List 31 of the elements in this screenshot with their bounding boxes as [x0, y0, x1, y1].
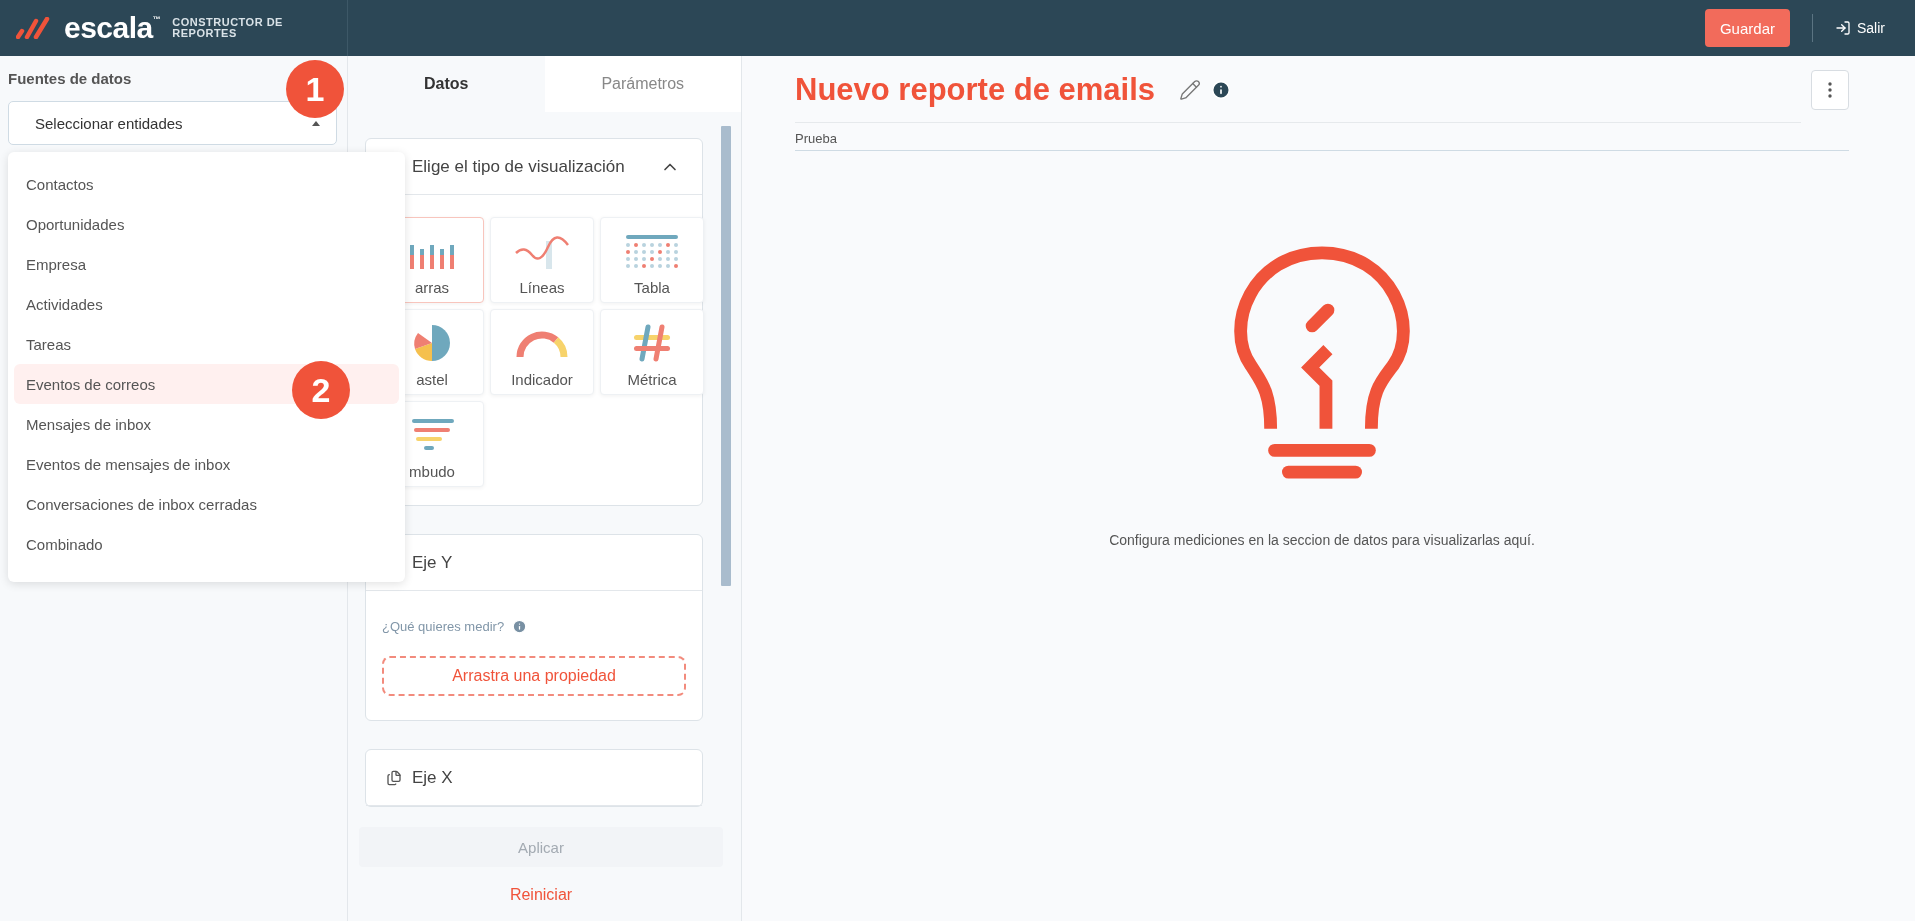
exit-button[interactable]: Salir	[1835, 20, 1885, 36]
card-title: Eje Y	[412, 552, 453, 573]
scrollbar-thumb[interactable]	[721, 126, 731, 586]
card-title: Elige el tipo de visualización	[412, 156, 625, 177]
panel-tab[interactable]: Parámetros	[544, 56, 741, 112]
exit-icon	[1835, 20, 1851, 36]
lightbulb-icon	[1233, 243, 1411, 480]
dropdown-option[interactable]: Combinado	[14, 524, 399, 564]
logo-icon	[16, 17, 52, 39]
entity-select[interactable]: Seleccionar entidades	[8, 101, 337, 145]
measure-prompt: ¿Qué quieres medir?	[382, 619, 505, 634]
dropdown-option[interactable]: Conversaciones de inbox cerradas	[14, 484, 399, 524]
dropdown-option[interactable]: Contactos	[14, 164, 399, 204]
documents-icon	[386, 769, 402, 786]
card-title: Eje X	[412, 767, 453, 788]
caret-icon	[312, 120, 320, 126]
chart-type-option[interactable]: Métrica	[600, 309, 704, 395]
property-dropzone[interactable]: Arrastra una propiedad	[382, 656, 686, 696]
report-description: Prueba	[795, 123, 1849, 151]
brand-logo-text: escala™	[64, 11, 161, 45]
info-icon[interactable]	[1211, 80, 1232, 100]
more-icon	[1828, 82, 1832, 98]
chart-type-option[interactable]: Líneas	[490, 217, 594, 303]
pencil-icon[interactable]	[1179, 79, 1202, 101]
chart-type-option[interactable]: Tabla	[600, 217, 704, 303]
app-subtitle: CONSTRUCTOR DE REPORTES	[172, 17, 284, 39]
more-options-button[interactable]	[1811, 70, 1849, 110]
empty-state-message: Configura mediciones en la seccion de datos para visualizarlas aquí.	[1109, 532, 1535, 548]
sidebar-title: Fuentes de datos	[8, 70, 133, 87]
chart-type-option[interactable]: Indicador	[490, 309, 594, 395]
report-title: Nuevo reporte de emails	[795, 72, 1156, 108]
